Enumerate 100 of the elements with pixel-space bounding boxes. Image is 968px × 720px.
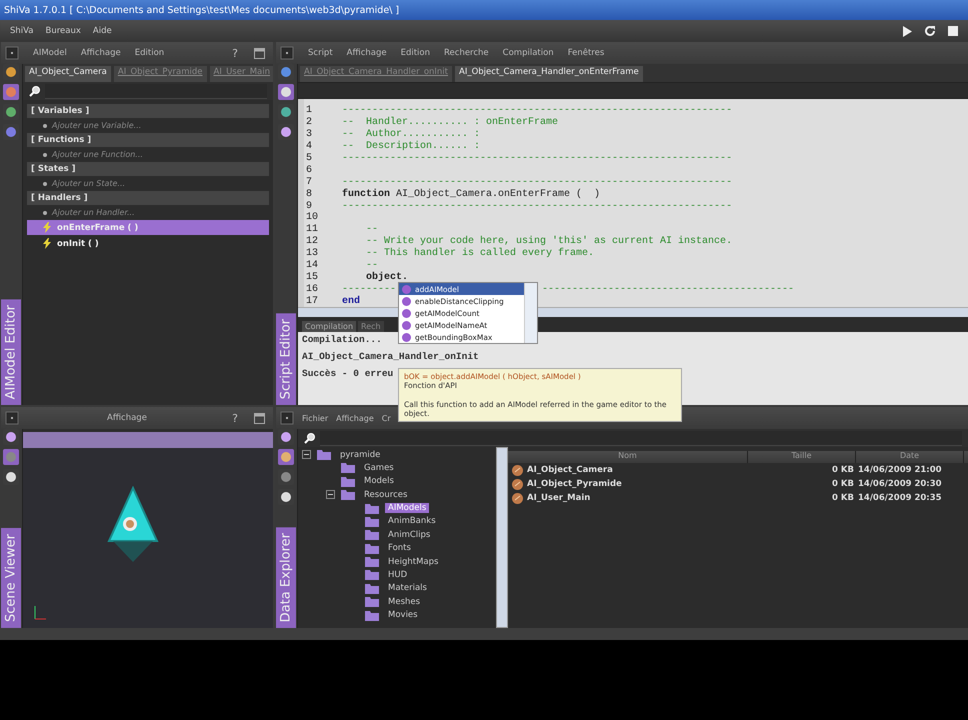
tree-item[interactable]: Movies [385,610,421,620]
add-item-link[interactable]: Ajouter une Function... [52,150,143,159]
menu-item[interactable]: Cr [382,414,391,422]
column-header[interactable]: Date [856,451,964,463]
help-button[interactable]: ? [230,412,240,424]
tab[interactable]: Compilation [302,321,356,332]
line-number: 2 [305,117,314,128]
play-icon[interactable] [903,26,912,36]
folder-icon [341,476,355,487]
menu-item[interactable]: ShiVa [10,26,34,36]
tab[interactable]: AI_Object_Camera [25,66,111,82]
file-name[interactable]: AI_Object_Camera [527,465,613,475]
tool-icon[interactable] [3,64,19,80]
menu-item[interactable]: Affichage [80,48,121,58]
collapse-icon[interactable] [326,490,335,500]
menu-item[interactable]: Script [308,48,333,58]
add-item-link[interactable]: Ajouter un Handler... [52,208,135,217]
table-cell-text: 14/06/2009 21:00 [857,465,943,475]
window-icon[interactable] [254,48,265,58]
panel-label[interactable]: Data Explorer [276,526,296,628]
folder-icon [365,542,379,554]
panel-menu-icon[interactable] [280,46,294,60]
handler-item[interactable]: onEnterFrame ( ) [27,220,269,235]
tree-item[interactable]: Fonts [385,543,414,554]
tool-icon[interactable] [278,104,294,120]
vertical-scrollbar[interactable] [524,283,537,343]
help-button[interactable]: ? [230,46,240,60]
column-header[interactable]: Taille [748,451,856,463]
tab[interactable]: AI_Object_Camera_Handler_onEnterFrame [455,66,643,82]
tool-icon[interactable] [278,64,294,80]
file-name[interactable]: AI_User_Main [527,493,590,503]
tree-item[interactable]: Meshes [385,596,424,607]
menu-item[interactable]: Aide [92,26,112,36]
aimodel-icon [512,478,523,490]
menu-item[interactable]: Edition [134,48,164,58]
tool-icon[interactable] [278,429,294,445]
tree-item[interactable]: AnimClips [385,530,434,540]
section-header[interactable]: [ Variables ] [27,104,269,118]
viewport[interactable] [23,448,273,628]
tool-icon[interactable] [278,84,294,100]
tool-icon[interactable] [278,489,294,505]
line-number: 11 [305,224,320,236]
code-line: -- Handler.......... : onEnterFrame [341,117,558,128]
tree-item[interactable]: pyramide [337,450,384,460]
tree-item[interactable]: Models [361,476,397,486]
menu-item[interactable]: Edition [400,48,430,58]
table-cell-text: 0 KB [831,493,855,503]
tree-item[interactable]: AIModels [385,503,430,514]
menu-item[interactable]: AIModel [33,48,67,58]
refresh-icon[interactable] [924,25,936,37]
section-header[interactable]: [ States ] [27,162,269,176]
tab[interactable]: AI_Object_Camera_Handler_onInit [300,66,452,82]
menu-item[interactable]: Compilation [502,48,554,58]
add-item-link[interactable]: Ajouter une Variable... [52,121,142,130]
panel-menu-icon[interactable] [280,411,294,425]
tree-item[interactable]: AnimBanks [385,516,439,526]
tree-item[interactable]: HUD [385,570,410,580]
tool-icon[interactable] [3,429,19,445]
line-number: 3 [305,129,314,140]
folder-icon [365,582,379,594]
menu-item[interactable]: Recherche [444,48,489,58]
window-icon[interactable] [254,412,265,424]
collapse-icon[interactable] [302,450,311,460]
section-header[interactable]: [ Handlers ] [27,191,269,205]
menu-item[interactable]: Affichage [346,48,387,58]
menu-item[interactable]: Affichage [107,413,147,423]
tab[interactable]: AI_User_Main [210,66,273,82]
tool-icon[interactable] [278,124,294,140]
bullet-icon [43,210,47,214]
menu-item[interactable]: Bureaux [46,26,81,36]
folder-icon [365,556,379,568]
panel-label[interactable]: Script Editor [276,312,296,405]
line-number: 5 [305,153,314,164]
panel-label[interactable]: AIModel Editor [1,298,21,405]
panel-label[interactable]: Scene Viewer [1,528,21,628]
tree-item[interactable]: Games [361,462,397,473]
section-header[interactable]: [ Functions ] [27,133,269,147]
menu-item[interactable]: Affichage [336,414,374,422]
tool-icon[interactable] [3,469,19,485]
panel-menu-icon[interactable] [5,46,19,60]
menu-item[interactable]: Fenêtres [568,48,604,58]
tree-item[interactable]: Resources [361,490,410,500]
tree-item[interactable]: HeightMaps [385,556,442,567]
tool-icon[interactable] [3,104,19,120]
search-field[interactable] [45,84,267,98]
tab[interactable]: AI_Object_Pyramide [114,66,207,82]
tab[interactable]: Rech [358,321,384,332]
code-line: function AI_Object_Camera.onEnterFrame ( ) [341,188,600,200]
file-name[interactable]: AI_Object_Pyramide [527,479,622,489]
search-icon[interactable] [304,432,316,444]
line-number: 13 [305,248,320,260]
handler-item[interactable]: onInit ( ) [27,236,269,251]
search-icon[interactable] [29,85,41,97]
panel-menu-icon[interactable] [5,411,19,425]
column-header[interactable]: Nom [508,451,748,463]
search-field[interactable] [320,430,962,446]
menu-item[interactable]: Fichier [302,414,328,422]
vertical-scrollbar[interactable] [496,447,508,628]
tree-item[interactable]: Materials [385,583,430,594]
add-item-link[interactable]: Ajouter un State... [52,179,126,188]
